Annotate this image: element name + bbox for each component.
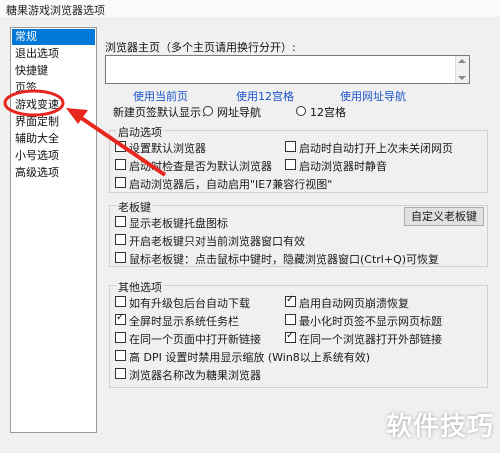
settings-nav-list[interactable]: 常规 退出选项 快捷键 页签 游戏变速 界面定制 辅助大全 小号选项 高级选项 <box>10 27 97 433</box>
use-12grid-link[interactable]: 使用12宫格 <box>236 88 294 104</box>
watermark: 软件技巧 <box>385 412 494 442</box>
cb-disable-dpi-label: 高 DPI 设置时禁用显示缩放 (Win8以上系统有效) <box>129 351 371 364</box>
cb-fullscreen-taskbar-label: 全屏时显示系统任务栏 <box>129 315 239 328</box>
homepage-label: 浏览器主页（多个主页请用换行分开）: <box>105 41 296 54</box>
cb-auto-download[interactable] <box>115 296 126 307</box>
cb-min-hide-title[interactable] <box>285 314 296 325</box>
nav-item-exit-options[interactable]: 退出选项 <box>12 46 95 62</box>
cb-rename-browser[interactable] <box>115 368 126 379</box>
bosskey-group-title: 老板键 <box>116 199 153 215</box>
cb-check-default-label: 启动时检查是否为默认浏览器 <box>129 160 272 173</box>
cb-fullscreen-taskbar[interactable] <box>115 312 126 325</box>
cb-rename-browser-label: 浏览器名称改为糖果浏览器 <box>129 369 261 382</box>
cb-mouse-bosskey-label: 鼠标老板键：点击鼠标中键时，隐藏浏览器窗口(Ctrl+Q)可恢复 <box>129 253 440 266</box>
use-current-page-link[interactable]: 使用当前页 <box>133 88 188 104</box>
nav-item-shortcuts[interactable]: 快捷键 <box>12 63 95 79</box>
cb-disable-dpi[interactable] <box>115 350 126 361</box>
cb-bosskey-tray-label: 显示老板键托盘图标 <box>129 217 228 230</box>
custom-bosskey-button[interactable]: 自定义老板键 <box>404 207 484 226</box>
startup-group-title: 启动选项 <box>116 124 164 140</box>
nav-item-assist[interactable]: 辅助大全 <box>12 131 95 147</box>
cb-ie7-compat[interactable] <box>115 177 126 188</box>
cb-crash-recovery[interactable] <box>285 294 296 307</box>
nav-item-advanced[interactable]: 高级选项 <box>12 165 95 181</box>
nav-item-tabs[interactable]: 页签 <box>12 80 95 96</box>
radio-url-nav[interactable] <box>203 106 213 116</box>
cb-restore-pages[interactable] <box>285 141 296 152</box>
cb-bosskey-current-label: 开启老板键只对当前浏览器窗口有效 <box>129 235 305 248</box>
nav-item-ui-custom[interactable]: 界面定制 <box>12 114 95 130</box>
newtab-label: 新建页签默认显示： <box>113 106 212 119</box>
window-title: 糖果游戏浏览器选项 <box>6 4 105 17</box>
cb-bosskey-tray[interactable] <box>115 216 126 227</box>
radio-12grid[interactable] <box>296 106 306 116</box>
cb-mute-startup-label: 启动浏览器时静音 <box>299 160 387 173</box>
cb-bosskey-current[interactable] <box>115 234 126 245</box>
cb-same-page-link[interactable] <box>115 332 126 343</box>
cb-external-link[interactable] <box>285 330 296 343</box>
cb-check-default[interactable] <box>115 159 126 170</box>
cb-min-hide-title-label: 最小化时页签不显示网页标题 <box>299 315 442 328</box>
nav-item-game-speed[interactable]: 游戏变速 <box>12 97 95 113</box>
other-group-title: 其他选项 <box>116 279 164 295</box>
cb-set-default[interactable] <box>115 141 126 152</box>
cb-auto-download-label: 如有升级包后台自动下载 <box>129 297 250 310</box>
scroll-up-icon[interactable] <box>458 59 466 63</box>
cb-ie7-compat-label: 启动浏览器后，自动启用"IE7兼容行视图" <box>129 178 333 191</box>
cb-crash-recovery-label: 启用自动网页崩溃恢复 <box>299 297 409 310</box>
cb-mouse-bosskey[interactable] <box>115 252 126 263</box>
homepage-input[interactable] <box>105 55 470 84</box>
title-bar: 糖果游戏浏览器选项 <box>0 0 500 18</box>
use-nav-link[interactable]: 使用网址导航 <box>340 88 406 104</box>
cb-external-link-label: 在同一个浏览器打开外部链接 <box>299 333 442 346</box>
cb-mute-startup[interactable] <box>285 159 296 170</box>
homepage-scrollbar[interactable] <box>455 56 469 83</box>
radio-12grid-label: 12宫格 <box>310 106 346 119</box>
cb-same-page-link-label: 在同一个页面中打开新链接 <box>129 333 261 346</box>
nav-item-alt-account[interactable]: 小号选项 <box>12 148 95 164</box>
radio-url-nav-label: 网址导航 <box>217 106 261 119</box>
nav-item-general[interactable]: 常规 <box>12 29 95 45</box>
cb-restore-pages-label: 启动时自动打开上次未关闭网页 <box>299 142 453 155</box>
scroll-down-icon[interactable] <box>458 76 466 80</box>
cb-set-default-label: 设置默认浏览器 <box>129 142 206 155</box>
